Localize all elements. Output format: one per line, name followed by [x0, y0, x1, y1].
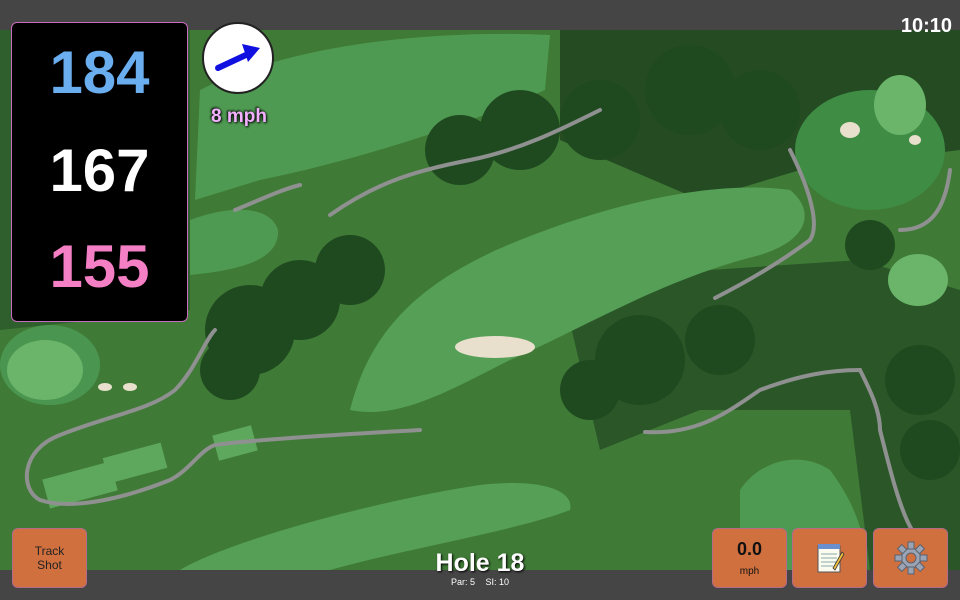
hole-info: Par: 5 SI: 10	[380, 577, 580, 587]
hole-title: Hole 18	[435, 549, 525, 577]
distance-front: 155	[49, 233, 150, 300]
speed-button[interactable]: 0.0 mph	[712, 528, 787, 588]
distance-middle: 167	[49, 137, 150, 204]
gear-icon	[894, 541, 927, 575]
distance-panel: 184 167 155	[11, 22, 188, 322]
wind-indicator	[202, 22, 274, 94]
hole-stroke-index: SI: 10	[485, 577, 510, 587]
clock: 10:10	[900, 15, 952, 37]
speed-value: 0.0	[736, 539, 763, 559]
notepad-icon	[817, 544, 844, 573]
distance-back: 184	[49, 39, 150, 106]
settings-button[interactable]	[873, 528, 948, 588]
hole-par: Par: 5	[450, 577, 475, 587]
notes-button[interactable]	[792, 528, 867, 588]
wind-arrow-icon	[215, 44, 260, 71]
wind-speed-label: 8 mph	[211, 106, 267, 127]
track-shot-button[interactable]: Track Shot	[12, 528, 87, 588]
track-shot-label-line2: Shot	[37, 558, 62, 572]
track-shot-label-line1: Track	[34, 544, 65, 558]
speed-unit: mph	[739, 566, 760, 577]
